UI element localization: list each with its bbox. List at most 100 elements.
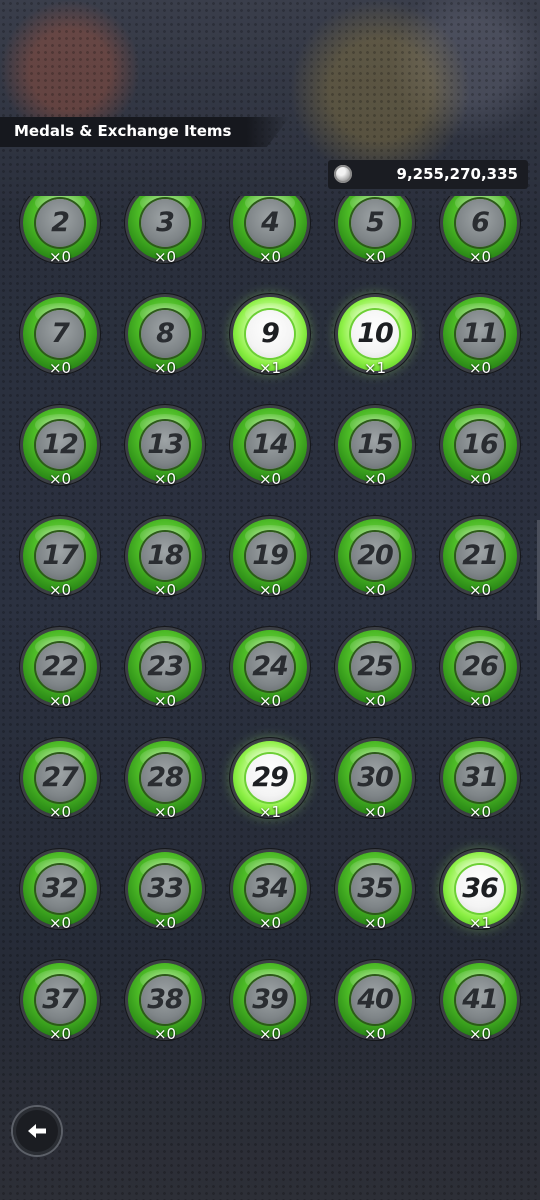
medal-count: ×0 xyxy=(468,248,492,266)
medal-item[interactable]: 7 ×0 xyxy=(8,297,112,408)
medal-count: ×0 xyxy=(468,803,492,821)
page-header: Medals & Exchange Items xyxy=(0,117,290,147)
medal-item[interactable]: 36 ×1 xyxy=(428,852,532,963)
medal-item[interactable]: 26 ×0 xyxy=(428,630,532,741)
medal-item[interactable]: 9 ×1 xyxy=(218,297,322,408)
medal-count: ×0 xyxy=(363,470,387,488)
medal-face: 5 xyxy=(351,199,399,247)
medal-count: ×0 xyxy=(468,581,492,599)
medal-item[interactable]: 2 ×0 xyxy=(8,196,112,297)
medal-item[interactable]: 21 ×0 xyxy=(428,519,532,630)
medal-number: 37 xyxy=(42,984,79,1015)
medal-item[interactable]: 24 ×0 xyxy=(218,630,322,741)
medal-item[interactable]: 6 ×0 xyxy=(428,196,532,297)
medal-face: 17 xyxy=(36,532,84,580)
medal-item[interactable]: 34 ×0 xyxy=(218,852,322,963)
medal-count: ×0 xyxy=(468,1025,492,1043)
medal-number: 11 xyxy=(462,318,499,349)
medal-count: ×0 xyxy=(48,581,72,599)
medal-count: ×0 xyxy=(48,914,72,932)
medal-item[interactable]: 17 ×0 xyxy=(8,519,112,630)
medal-item[interactable]: 3 ×0 xyxy=(113,196,217,297)
medal-item[interactable]: 32 ×0 xyxy=(8,852,112,963)
medal-item[interactable]: 27 ×0 xyxy=(8,741,112,852)
medal-face: 12 xyxy=(36,421,84,469)
medal-count: ×0 xyxy=(153,803,177,821)
medal-item[interactable]: 35 ×0 xyxy=(323,852,427,963)
medal-number: 14 xyxy=(252,429,289,460)
medal-count: ×0 xyxy=(153,470,177,488)
back-button[interactable] xyxy=(13,1107,61,1155)
medal-face: 24 xyxy=(246,643,294,691)
medal-face: 20 xyxy=(351,532,399,580)
medal-item[interactable]: 19 ×0 xyxy=(218,519,322,630)
medal-item[interactable]: 18 ×0 xyxy=(113,519,217,630)
medal-face: 21 xyxy=(456,532,504,580)
medal-item[interactable]: 14 ×0 xyxy=(218,408,322,519)
medal-count: ×0 xyxy=(153,1025,177,1043)
medal-count: ×0 xyxy=(48,803,72,821)
medal-item[interactable]: 8 ×0 xyxy=(113,297,217,408)
medal-item[interactable]: 15 ×0 xyxy=(323,408,427,519)
medal-item[interactable]: 20 ×0 xyxy=(323,519,427,630)
medal-count: ×0 xyxy=(153,359,177,377)
medal-item[interactable]: 38 ×0 xyxy=(113,963,217,1066)
medal-item[interactable]: 41 ×0 xyxy=(428,963,532,1066)
medal-count: ×0 xyxy=(258,692,282,710)
medal-item[interactable]: 10 ×1 xyxy=(323,297,427,408)
medal-item[interactable]: 11 ×0 xyxy=(428,297,532,408)
medal-item[interactable]: 13 ×0 xyxy=(113,408,217,519)
medal-number: 21 xyxy=(462,540,499,571)
medal-item[interactable]: 4 ×0 xyxy=(218,196,322,297)
medal-item[interactable]: 29 ×1 xyxy=(218,741,322,852)
medal-face: 34 xyxy=(246,865,294,913)
medal-face: 30 xyxy=(351,754,399,802)
medal-count: ×0 xyxy=(468,692,492,710)
medal-number: 32 xyxy=(42,873,79,904)
medal-number: 9 xyxy=(261,318,280,349)
medal-face: 16 xyxy=(456,421,504,469)
medal-count: ×0 xyxy=(153,581,177,599)
medal-count: ×0 xyxy=(258,248,282,266)
medal-item[interactable]: 40 ×0 xyxy=(323,963,427,1066)
medal-face: 11 xyxy=(456,310,504,358)
medal-face: 6 xyxy=(456,199,504,247)
medal-number: 19 xyxy=(252,540,289,571)
medal-number: 34 xyxy=(252,873,289,904)
medal-face: 2 xyxy=(36,199,84,247)
medal-face: 28 xyxy=(141,754,189,802)
medal-number: 23 xyxy=(147,651,184,682)
medal-number: 17 xyxy=(42,540,79,571)
medal-number: 33 xyxy=(147,873,184,904)
medal-count: ×1 xyxy=(468,914,492,932)
medal-face: 8 xyxy=(141,310,189,358)
medal-number: 5 xyxy=(366,207,385,238)
medal-item[interactable]: 25 ×0 xyxy=(323,630,427,741)
medal-item[interactable]: 33 ×0 xyxy=(113,852,217,963)
medal-item[interactable]: 30 ×0 xyxy=(323,741,427,852)
medal-face: 40 xyxy=(351,976,399,1024)
medal-item[interactable]: 31 ×0 xyxy=(428,741,532,852)
medal-face: 18 xyxy=(141,532,189,580)
page-title: Medals & Exchange Items xyxy=(14,122,232,140)
medal-item[interactable]: 5 ×0 xyxy=(323,196,427,297)
medal-grid[interactable]: 2 ×0 3 ×0 4 ×0 5 ×0 6 ×0 7 ×0 8 ×0 9 ×1 10 ×1 11 ×0 12 ×0 13 ×0… xyxy=(8,196,532,1066)
medal-item[interactable]: 22 ×0 xyxy=(8,630,112,741)
medal-item[interactable]: 39 ×0 xyxy=(218,963,322,1066)
medal-face: 13 xyxy=(141,421,189,469)
medal-face: 32 xyxy=(36,865,84,913)
medal-number: 8 xyxy=(156,318,175,349)
medal-face: 23 xyxy=(141,643,189,691)
back-arrow-icon xyxy=(28,1124,46,1138)
medal-item[interactable]: 16 ×0 xyxy=(428,408,532,519)
medal-item[interactable]: 12 ×0 xyxy=(8,408,112,519)
medal-item[interactable]: 28 ×0 xyxy=(113,741,217,852)
medal-face: 35 xyxy=(351,865,399,913)
medal-number: 3 xyxy=(156,207,175,238)
medal-count: ×0 xyxy=(468,359,492,377)
medal-item[interactable]: 23 ×0 xyxy=(113,630,217,741)
medal-item[interactable]: 37 ×0 xyxy=(8,963,112,1066)
medal-count: ×0 xyxy=(363,581,387,599)
medal-number: 35 xyxy=(357,873,394,904)
medal-count: ×0 xyxy=(363,914,387,932)
